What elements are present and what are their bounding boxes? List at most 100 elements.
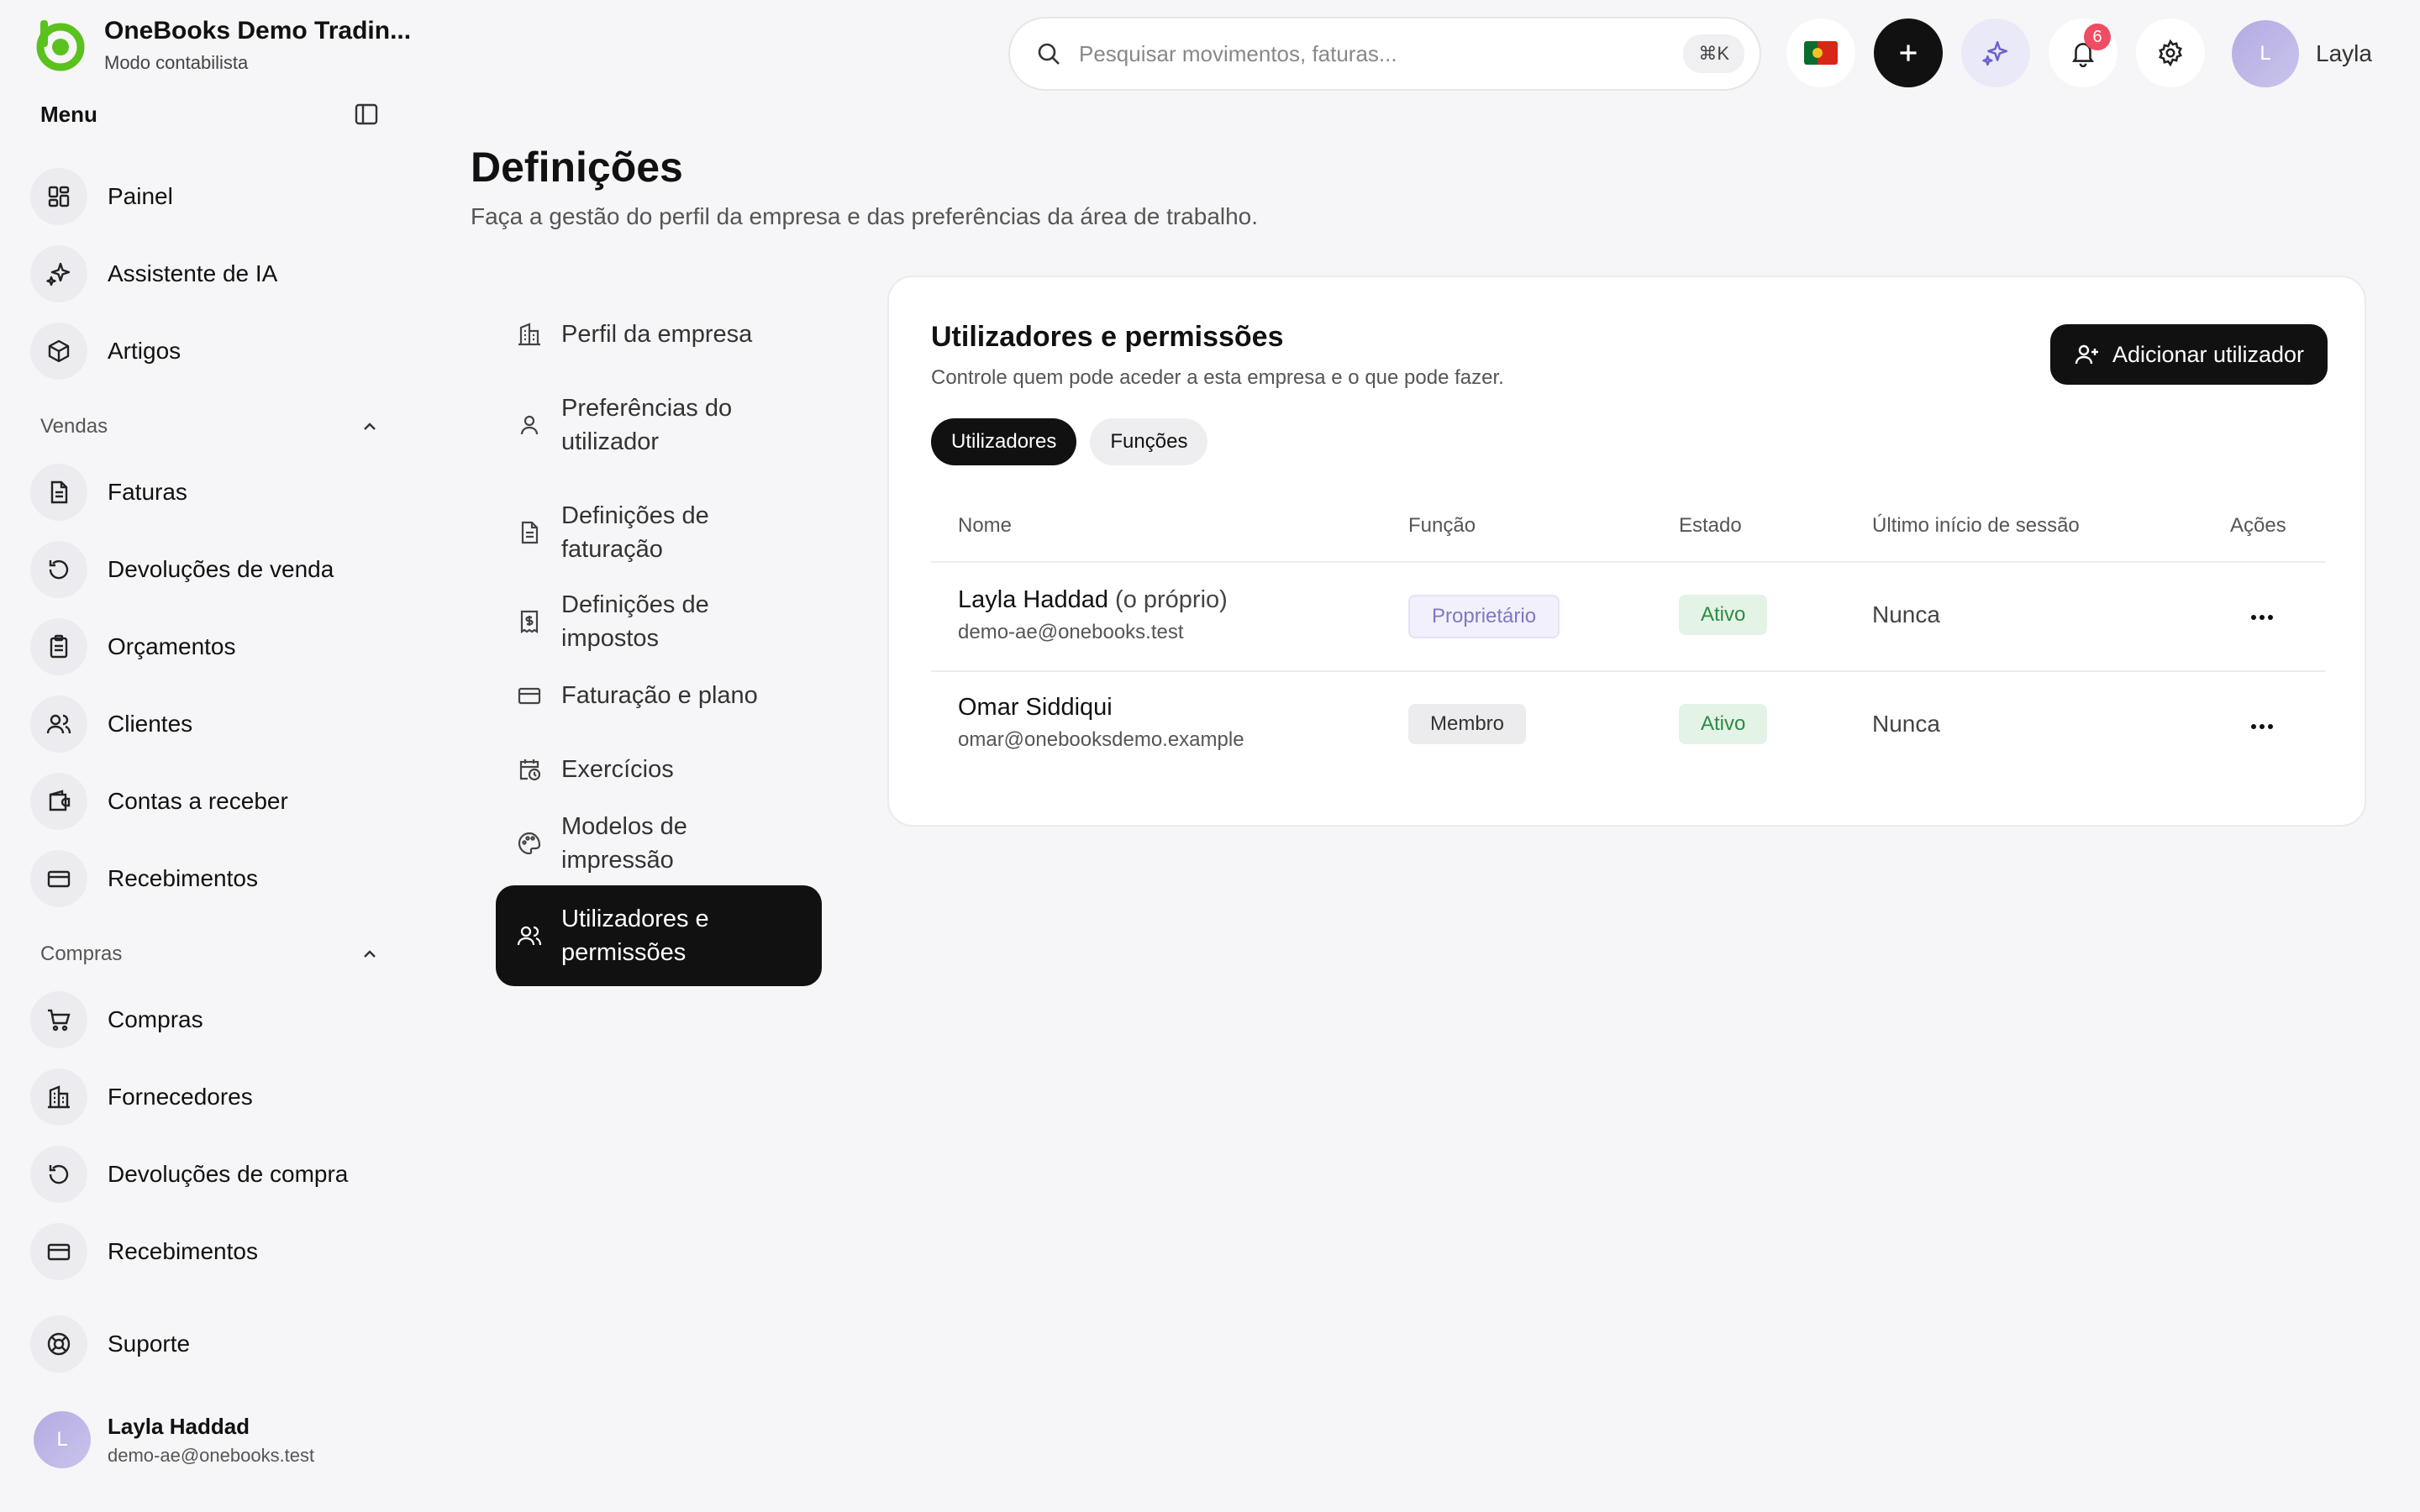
notifications-button[interactable]: 6 xyxy=(2049,18,2118,87)
column-header: Nome xyxy=(958,514,1013,537)
sidebar-item-label: Suporte xyxy=(108,1331,191,1357)
portugal-flag-icon xyxy=(1804,41,1838,65)
page-subtitle: Faça a gestão do perfil da empresa e das… xyxy=(471,203,1259,229)
sidebar-item-label: Assistente de IA xyxy=(108,260,278,286)
role-badge: Membro xyxy=(1408,704,1527,744)
settings-nav-label: Definições de faturação xyxy=(561,502,709,563)
brand-logo-icon xyxy=(36,20,85,71)
settings-nav-label: Preferências do utilizador xyxy=(561,395,733,455)
dashboard-icon xyxy=(48,186,70,207)
sidebar-item-artigos[interactable]: Artigos xyxy=(30,319,383,383)
document-icon xyxy=(50,480,68,504)
add-user-button[interactable]: Adicionar utilizador xyxy=(2050,324,2328,385)
settings-button[interactable] xyxy=(2136,18,2205,87)
plus-icon xyxy=(1900,45,1917,61)
sidebar-item-label: Orçamentos xyxy=(108,633,236,659)
card-icon xyxy=(518,687,541,705)
brand-name: OneBooks Demo Tradin... xyxy=(104,17,412,45)
user-name: Layla Haddad xyxy=(958,586,1108,613)
settings-nav-modelos[interactable]: Modelos de impressão xyxy=(496,813,822,874)
gear-icon xyxy=(2159,39,2182,67)
sidebar-item-recebimentos-compra[interactable]: Recebimentos xyxy=(30,1220,383,1284)
tab-utilizadores[interactable]: Utilizadores xyxy=(931,418,1077,465)
user-plus-icon xyxy=(2075,344,2098,365)
search-bar[interactable]: ⌘K xyxy=(1008,17,1761,91)
settings-nav-label: Faturação e plano xyxy=(561,682,758,709)
sidebar-section-compras[interactable]: Compras xyxy=(40,942,380,966)
clipboard-icon xyxy=(50,634,68,659)
page-title: Definições xyxy=(471,144,683,191)
sidebar-toggle-icon[interactable] xyxy=(353,101,380,128)
sidebar-item-label: Contas a receber xyxy=(108,788,288,814)
ai-assistant-button[interactable] xyxy=(1961,18,2030,87)
settings-nav-exercicios[interactable]: Exercícios xyxy=(496,746,822,793)
menu-title: Menu xyxy=(40,101,97,127)
avatar: L xyxy=(2232,20,2299,87)
tab-funcoes[interactable]: Funções xyxy=(1090,418,1208,465)
user-name: Omar Siddiqui xyxy=(958,694,1113,721)
user-icon xyxy=(520,415,539,435)
sidebar-item-compras[interactable]: Compras xyxy=(30,988,383,1052)
box-icon xyxy=(48,339,70,363)
sidebar-item-devolucoes-compra[interactable]: Devoluções de compra xyxy=(30,1142,383,1206)
user-name: Layla Haddad xyxy=(108,1413,250,1439)
sidebar-item-faturas[interactable]: Faturas xyxy=(30,460,383,524)
sidebar-item-label: Clientes xyxy=(108,711,193,737)
document-icon xyxy=(521,521,539,544)
users-permissions-card: Utilizadores e permissões Controle quem … xyxy=(887,276,2366,827)
create-button[interactable] xyxy=(1874,18,1943,87)
sidebar-section-vendas[interactable]: Vendas xyxy=(40,415,380,438)
settings-nav-faturacao[interactable]: Definições de faturação xyxy=(496,496,822,570)
calendar-clock-icon xyxy=(519,759,541,781)
card-icon xyxy=(47,1243,71,1261)
settings-nav-label: Definições de impostos xyxy=(561,591,709,652)
sidebar-item-label: Fornecedores xyxy=(108,1084,253,1110)
card-title: Utilizadores e permissões xyxy=(931,321,1284,353)
sidebar-item-orcamentos[interactable]: Orçamentos xyxy=(30,615,383,679)
sidebar-item-clientes[interactable]: Clientes xyxy=(30,692,383,756)
sidebar-item-devolucoes-venda[interactable]: Devoluções de venda xyxy=(30,538,383,601)
settings-nav-utilizadores[interactable]: Utilizadores e permissões xyxy=(496,885,822,986)
sidebar-item-fornecedores[interactable]: Fornecedores xyxy=(30,1065,383,1129)
sparkles-icon xyxy=(46,262,71,286)
user-email: omar@onebooksdemo.example xyxy=(958,728,1244,751)
sidebar: OneBooks Demo Tradin... Modo contabilist… xyxy=(0,0,411,1512)
brand-subtitle: Modo contabilista xyxy=(104,52,249,73)
settings-nav-perfil-empresa[interactable]: Perfil da empresa xyxy=(496,311,822,358)
search-input[interactable] xyxy=(1079,40,1684,67)
building-icon xyxy=(518,323,540,346)
palette-icon xyxy=(518,832,541,855)
sidebar-item-contas-receber[interactable]: Contas a receber xyxy=(30,769,383,833)
card-icon xyxy=(47,870,71,888)
account-menu[interactable]: L Layla xyxy=(2232,20,2372,87)
section-label: Compras xyxy=(40,942,123,965)
section-label: Vendas xyxy=(40,415,108,438)
users-icon xyxy=(46,714,71,734)
receipt-dollar-icon xyxy=(520,610,539,634)
more-actions-icon[interactable] xyxy=(2245,710,2279,743)
shortcut-badge: ⌘K xyxy=(1683,34,1744,73)
sidebar-item-label: Compras xyxy=(108,1006,203,1032)
sparkles-icon xyxy=(1982,40,2008,66)
brand[interactable]: OneBooks Demo Tradin... Modo contabilist… xyxy=(32,17,411,74)
settings-nav-plano[interactable]: Faturação e plano xyxy=(496,672,822,719)
rotate-icon xyxy=(49,1164,69,1184)
last-login: Nunca xyxy=(1872,601,1940,627)
sidebar-item-recebimentos[interactable]: Recebimentos xyxy=(30,847,383,911)
table-row: Layla Haddad (o próprio) demo-ae@onebook… xyxy=(931,563,2326,672)
sidebar-item-label: Recebimentos xyxy=(108,1238,258,1264)
language-button[interactable] xyxy=(1786,18,1855,87)
settings-nav-label: Exercícios xyxy=(561,756,674,783)
chevron-up-icon xyxy=(364,423,376,430)
sidebar-user[interactable]: L Layla Haddad demo-ae@onebooks.test xyxy=(34,1411,314,1468)
users-tabs: Utilizadores Funções xyxy=(931,418,1208,465)
settings-nav-impostos[interactable]: Definições de impostos xyxy=(496,591,822,652)
more-actions-icon[interactable] xyxy=(2245,601,2279,634)
column-header: Estado xyxy=(1679,514,1742,537)
sidebar-item-assistente[interactable]: Assistente de IA xyxy=(30,242,383,306)
column-header: Último início de sessão xyxy=(1872,514,2080,537)
card-subtitle: Controle quem pode aceder a esta empresa… xyxy=(931,366,1504,389)
sidebar-item-suporte[interactable]: Suporte xyxy=(30,1312,383,1376)
sidebar-item-painel[interactable]: Painel xyxy=(30,165,383,228)
settings-nav-preferencias[interactable]: Preferências do utilizador xyxy=(496,388,822,462)
